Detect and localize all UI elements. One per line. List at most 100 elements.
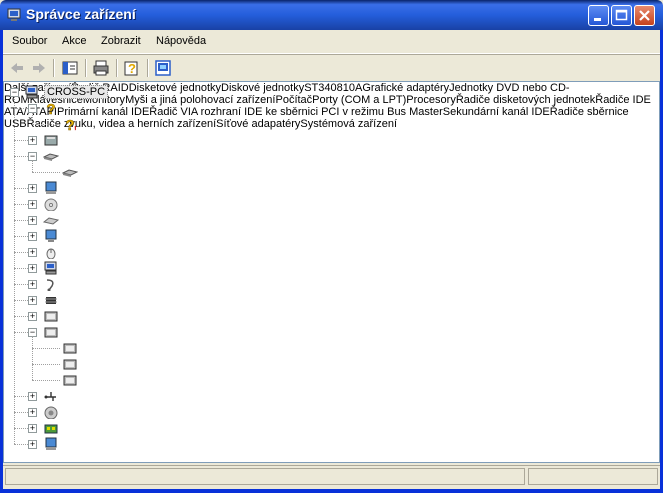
maximize-button[interactable] [611, 5, 632, 26]
expand-node-icon[interactable]: + [28, 312, 37, 321]
tree-connector [14, 316, 28, 317]
print-icon[interactable] [91, 58, 111, 78]
svg-text:?: ? [128, 61, 136, 76]
expand-node-icon[interactable]: + [28, 248, 37, 257]
tree-connector [14, 220, 28, 221]
tree-node-15[interactable] [4, 420, 644, 436]
back-arrow-icon[interactable] [7, 58, 27, 78]
tree-child-label: ST340810A [304, 82, 363, 94]
tree-node-9[interactable] [4, 276, 644, 292]
tree-node-6[interactable] [4, 228, 644, 244]
tree-connector [14, 140, 28, 141]
tree-connector [14, 236, 28, 237]
minimize-button[interactable] [588, 5, 609, 26]
toolbar-separator [85, 59, 87, 77]
ide-controller-icon [44, 327, 58, 338]
tree-node-8[interactable] [4, 260, 644, 276]
tree-node-11[interactable] [4, 308, 644, 324]
device-manager-window: Správce zařízení Soubor Akce Zobrazit Ná… [0, 0, 663, 493]
tree-connector [14, 268, 28, 269]
svg-text:!: ! [74, 125, 77, 131]
tree-connector [32, 124, 60, 125]
tree-connector [14, 204, 28, 205]
expand-node-icon[interactable]: + [28, 424, 37, 433]
device-tree[interactable]: −CROSS-PC−?Další zařízení?!Řadič RAID+Di… [3, 81, 660, 463]
expand-node-icon[interactable]: + [28, 296, 37, 305]
expand-node-icon[interactable]: + [28, 136, 37, 145]
expand-node-icon[interactable]: + [28, 216, 37, 225]
tree-child-node[interactable] [4, 356, 644, 372]
system-device-icon [45, 437, 57, 450]
tree-connector [14, 428, 28, 429]
menu-zobrazit[interactable]: Zobrazit [101, 35, 141, 47]
tree-connector [14, 396, 28, 397]
close-button[interactable] [634, 5, 655, 26]
child-generic-icon [63, 359, 77, 370]
status-pane [5, 468, 525, 485]
svg-text:?: ? [46, 101, 55, 115]
tree-connector [32, 336, 33, 380]
tree-node-0[interactable] [4, 100, 644, 116]
window-title: Správce zařízení [26, 6, 136, 22]
floppy-controller-icon [44, 311, 58, 322]
tree-node-7[interactable] [4, 244, 644, 260]
computer-icon [25, 85, 38, 99]
expand-node-icon[interactable]: + [28, 408, 37, 417]
expand-node-icon[interactable]: + [28, 264, 37, 273]
menu-napoveda[interactable]: Nápověda [156, 35, 206, 47]
expand-node-icon[interactable]: + [28, 440, 37, 449]
expand-node-icon[interactable]: + [28, 200, 37, 209]
tree-connector [14, 284, 28, 285]
tree-connector [14, 156, 28, 157]
tree-node-3[interactable] [4, 180, 644, 196]
tree-connector [14, 332, 28, 333]
help-icon[interactable]: ? [122, 58, 142, 78]
show-hide-console-tree-icon[interactable] [60, 58, 80, 78]
tree-connector [14, 108, 28, 109]
tree-connector [32, 364, 60, 365]
tree-connector [32, 380, 60, 381]
title-bar[interactable]: Správce zařízení [0, 0, 663, 30]
unknown-device-icon: ? [46, 101, 56, 115]
tree-node-1[interactable] [4, 132, 644, 148]
child-generic-icon [63, 343, 77, 354]
tree-node-2[interactable] [4, 148, 644, 164]
tree-connector [14, 444, 28, 445]
tree-connector [14, 188, 28, 189]
processor-icon [45, 297, 57, 304]
child-unknown-icon: ?! [65, 117, 77, 131]
properties-icon[interactable] [153, 58, 173, 78]
expand-node-icon[interactable]: + [28, 232, 37, 241]
tree-node-14[interactable] [4, 404, 644, 420]
tree-child-node[interactable] [4, 340, 644, 356]
tree-child-node[interactable] [4, 116, 644, 132]
tree-connector [14, 412, 28, 413]
child-disk-icon [62, 169, 78, 177]
tree-node-12[interactable] [4, 324, 644, 340]
tree-node-5[interactable] [4, 212, 644, 228]
display-adapter-icon [45, 181, 57, 194]
menu-soubor[interactable]: Soubor [12, 35, 47, 47]
floppy-drive-icon [44, 135, 58, 146]
expand-node-icon[interactable]: + [28, 184, 37, 193]
tree-node-16[interactable] [4, 436, 644, 452]
tree-connector [32, 348, 60, 349]
minimize-icon [594, 18, 601, 21]
tree-node-label: Grafické adaptéry [362, 82, 450, 94]
tree-child-node[interactable] [4, 372, 644, 388]
window-frame-bottom [0, 489, 663, 493]
expand-node-icon[interactable]: + [28, 392, 37, 401]
tree-child-node[interactable] [4, 164, 644, 180]
tree-node-13[interactable] [4, 388, 644, 404]
maximize-icon [615, 9, 628, 21]
tree-node-10[interactable] [4, 292, 644, 308]
menu-akce[interactable]: Akce [62, 35, 86, 47]
menu-bar: Soubor Akce Zobrazit Nápověda [3, 30, 660, 54]
forward-arrow-icon[interactable] [29, 58, 49, 78]
sound-icon [44, 406, 58, 419]
tree-node-4[interactable] [4, 196, 644, 212]
expand-node-icon[interactable]: + [28, 280, 37, 289]
disk-drive-icon [43, 153, 59, 161]
monitor-icon [45, 229, 57, 242]
status-bar [3, 465, 660, 488]
